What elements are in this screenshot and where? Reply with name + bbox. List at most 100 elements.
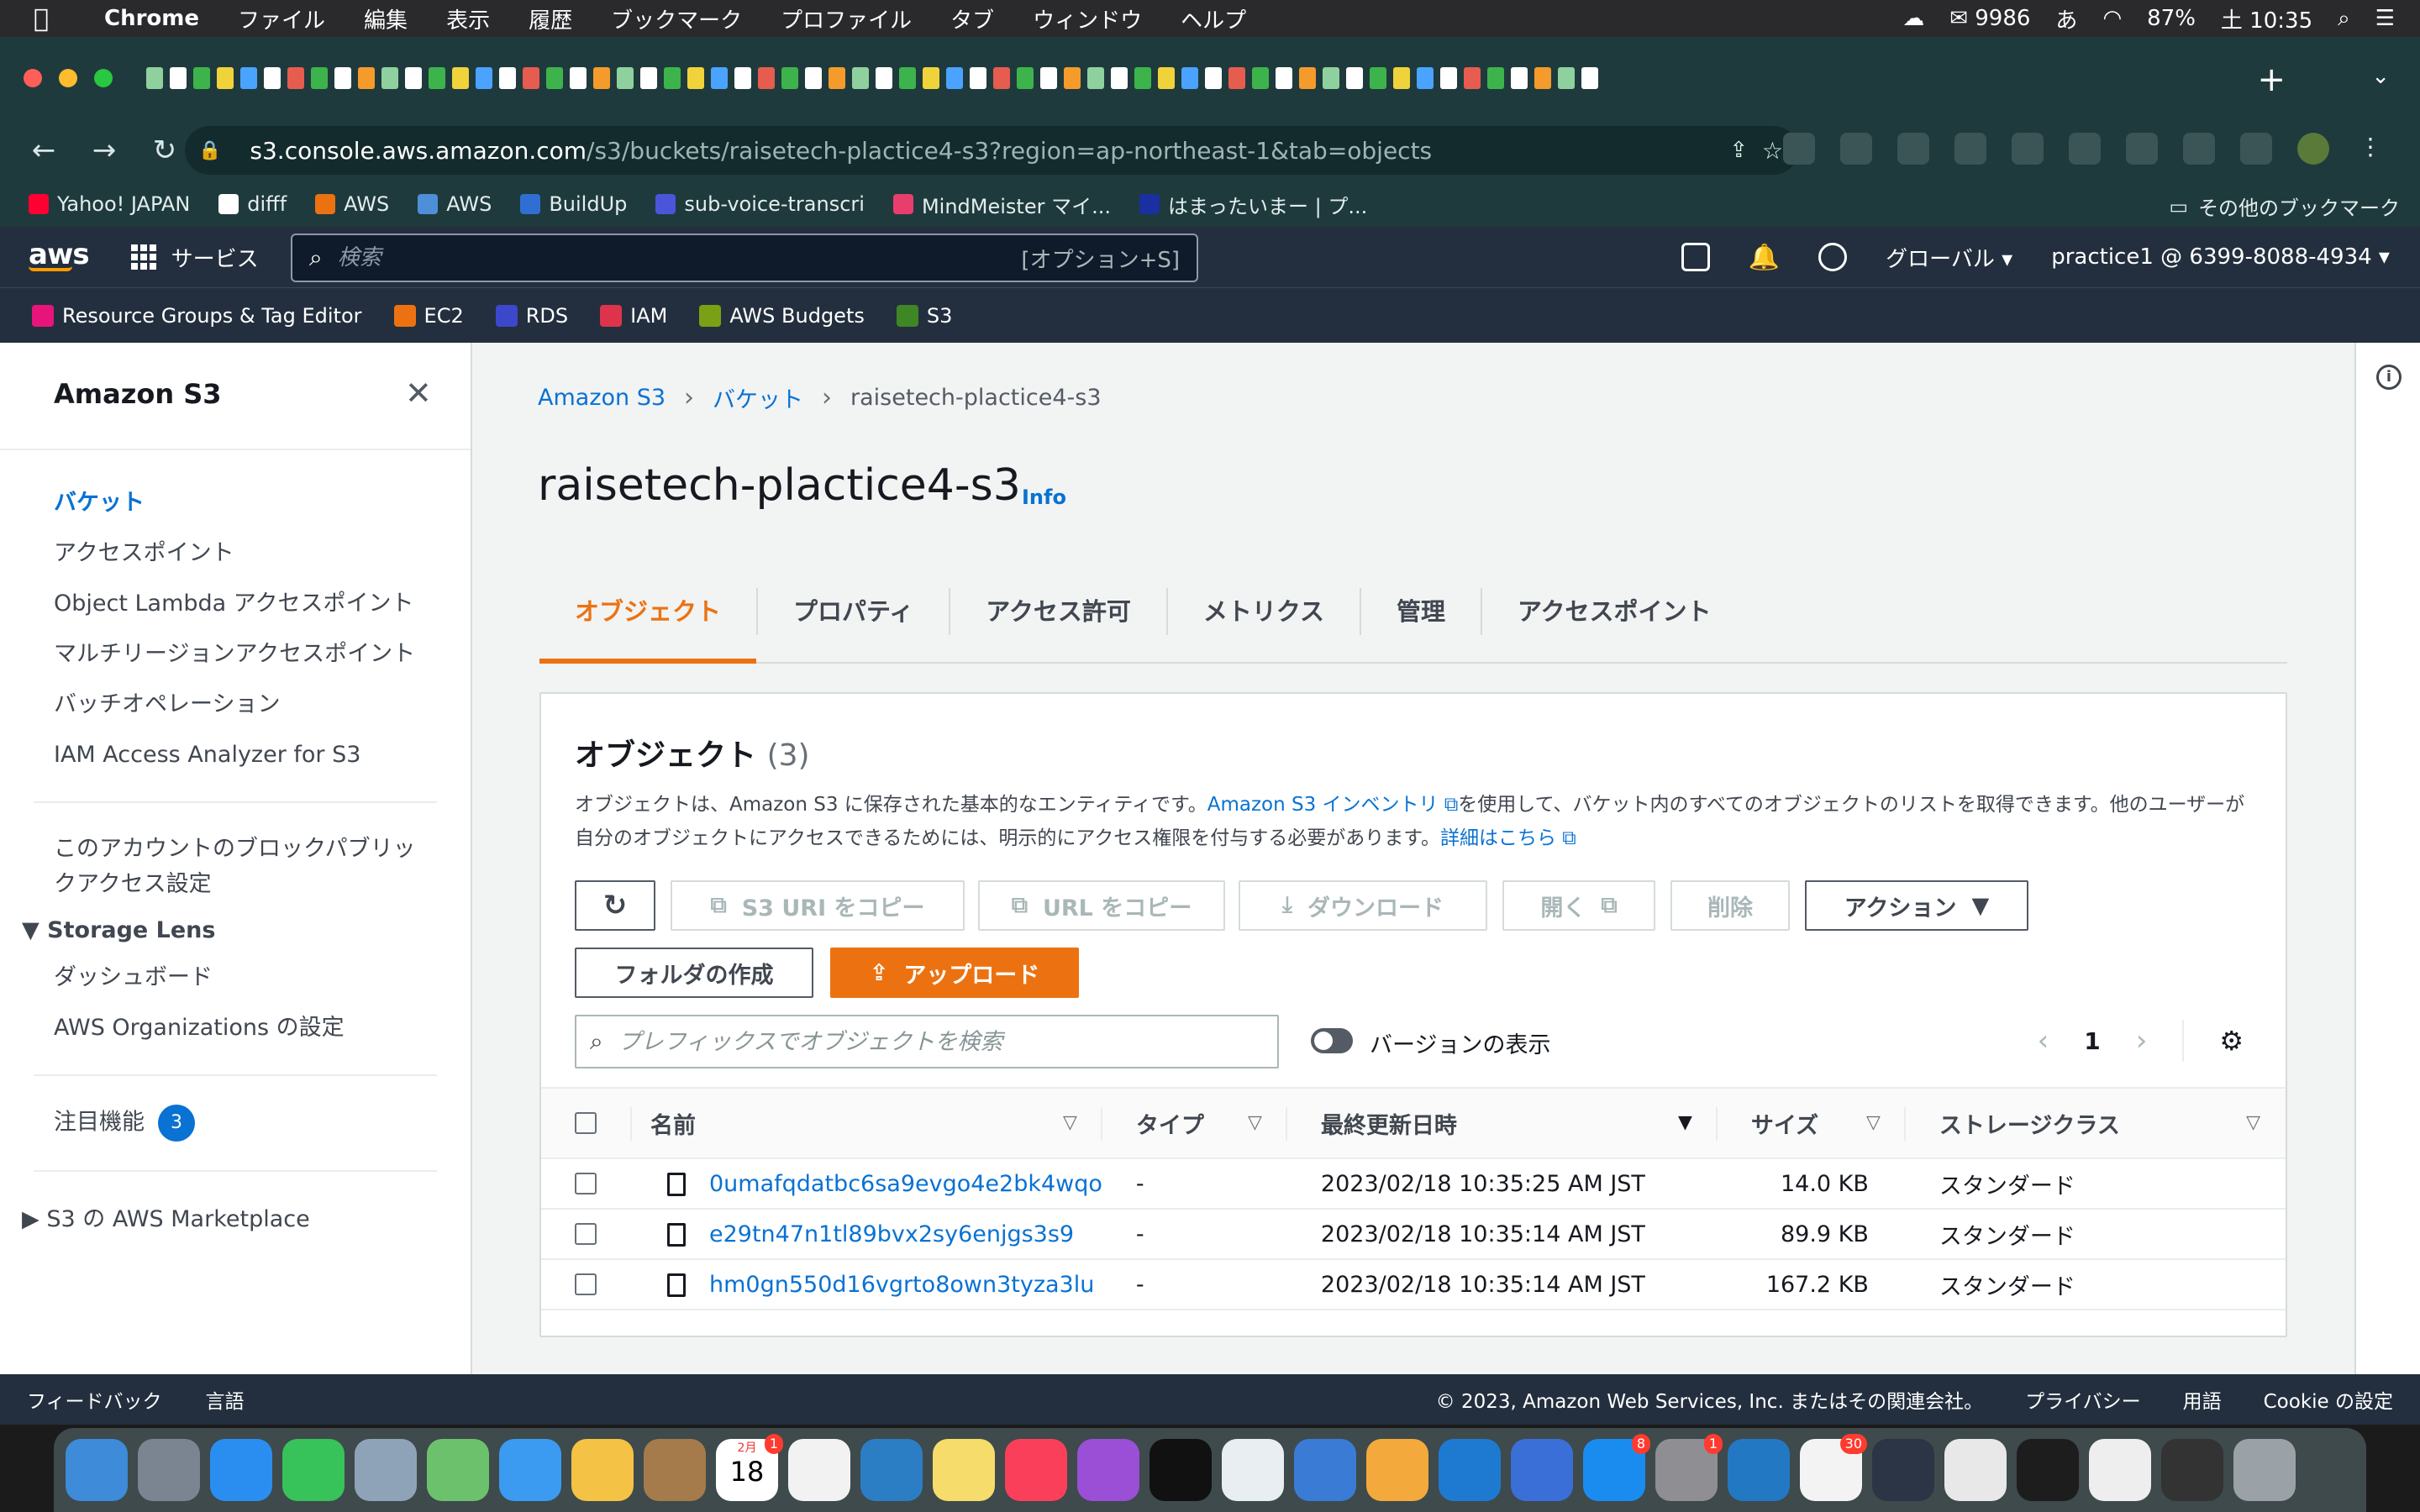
prev-page-icon[interactable]: ‹ [2038, 1024, 2049, 1058]
tab-favicon-icon[interactable] [617, 67, 634, 89]
tab-favicon-icon[interactable] [1017, 67, 1034, 89]
chrome-icon[interactable] [1944, 1439, 2007, 1501]
feedback-link[interactable]: フィードバック [27, 1385, 162, 1414]
tab-favicon-icon[interactable] [1064, 67, 1081, 89]
tab-favicon-icon[interactable] [640, 67, 657, 89]
aws-search-input[interactable] [337, 245, 976, 270]
tab-favicon-icon[interactable] [593, 67, 610, 89]
tab-management[interactable]: 管理 [1361, 588, 1482, 635]
fav-rds[interactable]: RDS [495, 304, 568, 328]
sidebar-item-object-lambda[interactable]: Object Lambda アクセスポイント [54, 586, 424, 622]
extension-icon[interactable] [2069, 133, 2101, 165]
slack-icon[interactable]: 30 [1800, 1434, 1867, 1501]
show-versions-toggle[interactable] [1311, 1028, 1353, 1053]
cloud-icon[interactable]: ☁ [1902, 6, 1924, 31]
bookmark-hamattaimaa[interactable]: はまったいまー | プ... [1139, 190, 1367, 219]
tab-favicon-icon[interactable] [1487, 67, 1504, 89]
tab-favicon-icon[interactable] [852, 67, 869, 89]
tab-favicon-icon[interactable] [452, 67, 469, 89]
messages-icon[interactable] [499, 1439, 561, 1501]
tab-metrics[interactable]: メトリクス [1168, 588, 1361, 635]
info-icon[interactable]: i [2376, 365, 2402, 390]
menu-edit[interactable]: 編集 [364, 3, 408, 34]
tab-favicon-icon[interactable] [993, 67, 1010, 89]
privacy-link[interactable]: プライバシー [2025, 1385, 2141, 1414]
tab-favicon-icon[interactable] [193, 67, 210, 89]
tab-permissions[interactable]: アクセス許可 [950, 588, 1168, 635]
gear-icon[interactable]: ⚙ [2219, 1025, 2244, 1057]
extension-icon[interactable] [2012, 133, 2044, 165]
services-menu[interactable]: サービス [130, 242, 259, 273]
bookmark-mindmeister[interactable]: MindMeister マイ... [892, 190, 1111, 219]
tab-favicon-icon[interactable] [876, 67, 892, 89]
battery-percent[interactable]: 87% [2147, 6, 2196, 31]
tab-favicon-icon[interactable] [1134, 67, 1151, 89]
row-checkbox[interactable] [575, 1173, 597, 1194]
minimize-window-icon[interactable] [59, 69, 77, 87]
control-center-icon[interactable]: ☰ [2375, 6, 2395, 31]
current-page[interactable]: 1 [2084, 1027, 2100, 1055]
tab-favicon-icon[interactable] [358, 67, 375, 89]
sidebar-item-buckets[interactable]: バケット [54, 486, 424, 521]
sidebar-item-featured[interactable]: 注目機能 3 [54, 1105, 424, 1142]
tab-favicon-icon[interactable] [1087, 67, 1104, 89]
tab-favicon-icon[interactable] [405, 67, 422, 89]
actions-dropdown[interactable]: アクション ▼ [1805, 880, 2028, 931]
tab-favicon-icon[interactable] [1181, 67, 1198, 89]
lock-icon[interactable]: 🔒 [198, 140, 221, 161]
col-size[interactable]: サイズ ▽ [1717, 1087, 1906, 1159]
tab-favicon-icon[interactable] [1581, 67, 1598, 89]
extension-icon[interactable] [1783, 133, 1815, 165]
more-menu-icon[interactable]: ⋮ [2354, 133, 2386, 165]
menu-profiles[interactable]: プロファイル [781, 3, 912, 34]
bookmark-aws[interactable]: AWS [315, 192, 389, 216]
tab-favicon-icon[interactable] [829, 67, 845, 89]
fav-resource-groups[interactable]: Resource Groups & Tag Editor [32, 304, 362, 328]
menu-help[interactable]: ヘルプ [1181, 3, 1246, 34]
aws-search[interactable]: ⌕ [オプション+S] [291, 234, 1198, 282]
new-tab-button[interactable]: + [2257, 60, 2286, 99]
other-bookmarks[interactable]: ▭ その他のブックマーク [2169, 192, 2400, 221]
menu-tab[interactable]: タブ [950, 3, 994, 34]
menu-history[interactable]: 履歴 [529, 3, 572, 34]
numbers-icon[interactable] [1222, 1439, 1284, 1501]
bookmark-aws-2[interactable]: AWS [418, 192, 492, 216]
account-menu[interactable]: practice1 @ 6399-8088-4934 ▾ [2051, 244, 2390, 270]
clock[interactable]: 土 10:35 [2221, 3, 2312, 34]
system-settings-icon[interactable]: 1 [1655, 1434, 1723, 1501]
breadcrumb-s3[interactable]: Amazon S3 [538, 385, 666, 411]
fav-budgets[interactable]: AWS Budgets [699, 304, 865, 328]
pages-icon[interactable] [1366, 1439, 1428, 1501]
tab-favicon-icon[interactable] [429, 67, 445, 89]
sidebar-item-access-analyzer[interactable]: IAM Access Analyzer for S3 [54, 738, 424, 773]
object-search[interactable]: ⌕ [575, 1015, 1279, 1068]
maps-icon[interactable] [427, 1439, 489, 1501]
tab-favicon-icon[interactable] [946, 67, 963, 89]
tab-favicon-icon[interactable] [1393, 67, 1410, 89]
sidebar-item-access-points[interactable]: アクセスポイント [54, 536, 424, 571]
delete-button[interactable]: 削除 [1670, 880, 1790, 931]
col-storage-class[interactable]: ストレージクラス ▽ [1905, 1087, 2286, 1159]
tab-favicon-icon[interactable] [311, 67, 328, 89]
tab-favicon-icon[interactable] [1205, 67, 1222, 89]
tab-favicon-icon[interactable] [1417, 67, 1434, 89]
copy-s3-uri-button[interactable]: ⧉ S3 URI をコピー [671, 880, 965, 931]
mail-icon[interactable]: ✉ 9986 [1949, 6, 2030, 31]
bookmark-yahoo[interactable]: Yahoo! JAPAN [29, 192, 190, 216]
tab-favicon-icon[interactable] [1534, 67, 1551, 89]
tab-favicon-icon[interactable] [1111, 67, 1128, 89]
tab-favicon-icon[interactable] [1228, 67, 1245, 89]
region-selector[interactable]: グローバル ▾ [1886, 242, 2012, 273]
apple-menu-icon[interactable]:  [34, 4, 49, 34]
language-link[interactable]: 言語 [206, 1385, 245, 1414]
preview-icon[interactable] [355, 1439, 417, 1501]
terms-link[interactable]: 用語 [2183, 1385, 2222, 1414]
tab-favicon-icon[interactable] [1299, 67, 1316, 89]
facetime-icon[interactable] [282, 1439, 345, 1501]
bell-icon[interactable]: 🔔 [1749, 243, 1780, 272]
menu-window[interactable]: ウィンドウ [1033, 3, 1142, 34]
terminal-icon[interactable] [2017, 1439, 2079, 1501]
object-link[interactable]: hm0gn550d16vgrto8own3tyza3lu [709, 1272, 1094, 1298]
tab-properties[interactable]: プロパティ [758, 588, 951, 635]
tab-favicon-icon[interactable] [711, 67, 728, 89]
